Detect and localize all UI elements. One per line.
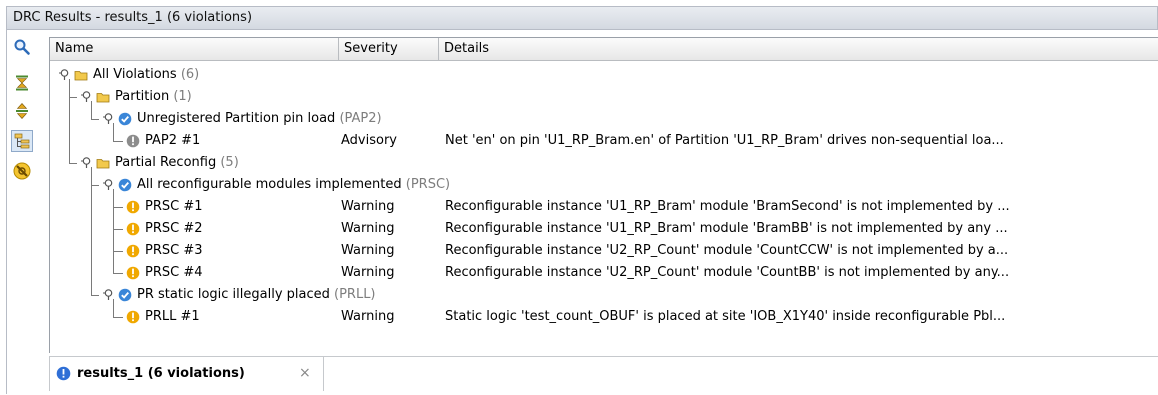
severity-cell: Warning: [341, 309, 395, 324]
details-cell: Static logic 'test_count_OBUF' is placed…: [445, 309, 1006, 324]
details-cell: Reconfigurable instance 'U1_RP_Bram' mod…: [445, 221, 1008, 236]
row-name: PRSC #4: [145, 262, 203, 284]
row-label: All Violations: [93, 67, 177, 82]
row-name: PRSC #3: [145, 240, 203, 262]
tab-label: results_1 (6 violations): [77, 366, 245, 381]
tree-guide-line: [113, 229, 123, 230]
column-header-severity[interactable]: Severity: [339, 38, 439, 60]
table-row[interactable]: [50, 86, 1158, 108]
folder-icon: [74, 71, 88, 81]
severity-cell: Warning: [341, 265, 395, 280]
row-name: All Violations (6): [93, 64, 199, 86]
row-count: (PRLL): [329, 287, 376, 302]
row-count: (PRSC): [401, 177, 451, 192]
row-label: All reconfigurable modules implemented: [137, 177, 402, 192]
check-icon: [118, 288, 132, 302]
window-titlebar: DRC Results - results_1 (6 violations): [6, 6, 1158, 30]
row-label: PRLL #1: [145, 309, 200, 324]
check-icon: [118, 178, 132, 192]
row-label: PR static logic illegally placed: [137, 287, 330, 302]
info-icon: [56, 366, 71, 381]
row-name: All reconfigurable modules implemented (…: [137, 174, 450, 196]
search-button[interactable]: [11, 36, 33, 58]
tab-results-1[interactable]: results_1 (6 violations) ×: [49, 357, 324, 391]
tree-guide-line: [113, 207, 123, 208]
row-count: (5): [216, 155, 239, 170]
folder-icon: [96, 159, 110, 169]
warning-icon: [126, 310, 140, 324]
warning-icon: [126, 222, 140, 236]
tree-guide-line: [91, 295, 99, 296]
row-name: Partition (1): [115, 86, 192, 108]
row-label: Unregistered Partition pin load: [137, 111, 336, 126]
row-label: Partial Reconfig: [115, 155, 217, 170]
search-icon: [14, 39, 30, 55]
group-by-icon: [14, 133, 30, 149]
tree-guide-line: [113, 251, 123, 252]
drc-results-table: Name Severity Details All Violations (6)…: [49, 37, 1158, 353]
row-name: PRSC #2: [145, 218, 203, 240]
row-name: Partial Reconfig (5): [115, 152, 239, 174]
row-label: PRSC #4: [145, 265, 203, 280]
vertical-toolbar: [8, 36, 42, 196]
row-label: PRSC #2: [145, 221, 203, 236]
warning-icon: [126, 266, 140, 280]
details-cell: Reconfigurable instance 'U2_RP_Count' mo…: [445, 265, 1010, 280]
details-cell: Net 'en' on pin 'U1_RP_Bram.en' of Parti…: [445, 133, 1004, 148]
folder-icon: [96, 93, 110, 103]
tree-guide-line: [91, 119, 99, 120]
tree-guide-line: [69, 97, 77, 98]
severity-cell: Warning: [341, 199, 395, 214]
check-icon: [118, 112, 132, 126]
row-label: PAP2 #1: [145, 133, 201, 148]
severity-cell: Advisory: [341, 133, 397, 148]
details-cell: Reconfigurable instance 'U2_RP_Count' mo…: [445, 243, 1009, 258]
advisory-icon: [126, 134, 140, 148]
group-by-button[interactable]: [11, 130, 33, 152]
severity-cell: Warning: [341, 221, 395, 236]
row-name: PRLL #1: [145, 306, 200, 328]
table-row[interactable]: [50, 64, 1158, 86]
clear-results-button[interactable]: [11, 160, 33, 182]
panel-left-border: [6, 30, 7, 394]
row-count: (1): [169, 89, 192, 104]
row-label: PRSC #1: [145, 199, 203, 214]
row-label: Partition: [115, 89, 170, 104]
row-name: PR static logic illegally placed (PRLL): [137, 284, 376, 306]
details-cell: Reconfigurable instance 'U1_RP_Bram' mod…: [445, 199, 1010, 214]
tree-guide-line: [113, 141, 123, 142]
row-count: (PAP2): [335, 111, 382, 126]
warning-icon: [126, 244, 140, 258]
column-header-details[interactable]: Details: [439, 38, 1158, 60]
close-icon[interactable]: ×: [299, 365, 311, 381]
window-title: DRC Results - results_1 (6 violations): [13, 10, 253, 25]
row-count: (6): [176, 67, 200, 82]
collapse-all-button[interactable]: [11, 72, 33, 94]
expand-all-icon: [16, 103, 28, 119]
warning-icon: [126, 200, 140, 214]
clear-results-icon: [13, 162, 31, 180]
tree-guide-line: [113, 317, 123, 318]
severity-cell: Warning: [341, 243, 395, 258]
tree-guide-line: [113, 273, 123, 274]
row-name: PRSC #1: [145, 196, 203, 218]
row-name: PAP2 #1: [145, 130, 200, 152]
collapse-all-icon: [16, 75, 28, 91]
column-header-name[interactable]: Name: [50, 38, 339, 60]
expand-all-button[interactable]: [11, 100, 33, 122]
tree-guide-line: [91, 185, 99, 186]
tree-guide-line: [69, 163, 77, 164]
row-name: Unregistered Partition pin load (PAP2): [137, 108, 382, 130]
results-tab-bar: results_1 (6 violations) ×: [49, 356, 1158, 395]
table-header: Name Severity Details: [50, 38, 1158, 61]
row-label: PRSC #3: [145, 243, 203, 258]
